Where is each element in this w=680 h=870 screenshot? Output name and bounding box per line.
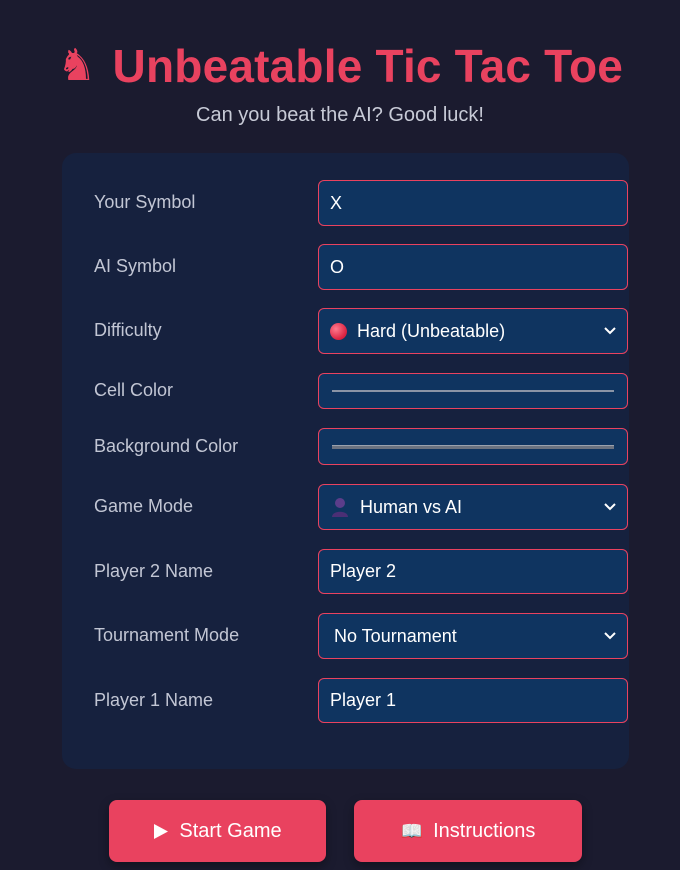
game-mode-value: Human vs AI — [360, 496, 463, 517]
subtitle: Can you beat the AI? Good luck! — [196, 104, 484, 126]
user-icon — [332, 498, 348, 517]
difficulty-label: Difficulty — [94, 320, 162, 340]
ai-symbol-value: O — [330, 256, 345, 277]
chevron-down-icon — [604, 327, 616, 335]
settings-panel: Your Symbol X AI Symbol O Difficulty Har… — [62, 153, 629, 769]
row-tournament-mode: Tournament Mode No Tournament — [94, 613, 628, 659]
row-player2-name: Player 2 Name Player 2 — [94, 549, 628, 594]
row-cell-color: Cell Color — [94, 373, 628, 409]
tournament-mode-select[interactable]: No Tournament — [318, 613, 628, 659]
row-your-symbol: Your Symbol X — [94, 180, 628, 226]
book-icon: 📖 — [400, 820, 424, 841]
tournament-mode-label: Tournament Mode — [94, 625, 240, 645]
player1-name-label: Player 1 Name — [94, 690, 214, 710]
page-title: ♞ Unbeatable Tic Tac Toe — [57, 38, 623, 94]
cell-color-picker[interactable] — [318, 373, 628, 409]
play-icon — [154, 823, 169, 839]
game-mode-select[interactable]: Human vs AI — [318, 484, 628, 530]
chess-knight-icon: ♞ — [56, 41, 97, 90]
player2-name-label: Player 2 Name — [94, 561, 214, 581]
background-color-label: Background Color — [94, 436, 239, 456]
player2-name-input[interactable]: Player 2 — [318, 549, 628, 594]
chevron-down-icon — [604, 503, 616, 511]
difficulty-select[interactable]: Hard (Unbeatable) — [318, 308, 628, 354]
your-symbol-value: X — [330, 192, 343, 213]
difficulty-value: Hard (Unbeatable) — [357, 320, 506, 341]
start-game-label: Start Game — [179, 819, 282, 842]
start-game-button[interactable]: Start Game — [109, 800, 326, 862]
chevron-down-icon — [604, 632, 616, 640]
row-player1-name: Player 1 Name Player 1 — [94, 678, 628, 723]
ai-symbol-input[interactable]: O — [318, 244, 628, 290]
row-background-color: Background Color — [94, 428, 628, 465]
title-text: Unbeatable Tic Tac Toe — [112, 40, 624, 92]
red-circle-icon — [330, 322, 347, 340]
header: ♞ Unbeatable Tic Tac Toe Can you beat th… — [0, 0, 680, 127]
player1-name-input[interactable]: Player 1 — [318, 678, 628, 723]
row-ai-symbol: AI Symbol O — [94, 244, 628, 290]
player1-name-value: Player 1 — [330, 690, 397, 710]
background-color-picker[interactable] — [318, 428, 628, 465]
game-mode-label: Game Mode — [94, 496, 194, 516]
ai-symbol-label: AI Symbol — [94, 256, 177, 276]
player2-name-value: Player 2 — [330, 561, 397, 581]
row-difficulty: Difficulty Hard (Unbeatable) — [94, 308, 628, 354]
cell-color-swatch — [332, 390, 614, 392]
row-game-mode: Game Mode Human vs AI — [94, 484, 628, 530]
tournament-mode-value: No Tournament — [334, 625, 457, 646]
background-color-swatch — [332, 444, 614, 449]
instructions-label: Instructions — [433, 819, 536, 842]
your-symbol-input[interactable]: X — [318, 180, 628, 226]
cell-color-label: Cell Color — [94, 380, 174, 400]
instructions-button[interactable]: 📖 Instructions — [354, 800, 582, 862]
your-symbol-label: Your Symbol — [94, 192, 196, 212]
